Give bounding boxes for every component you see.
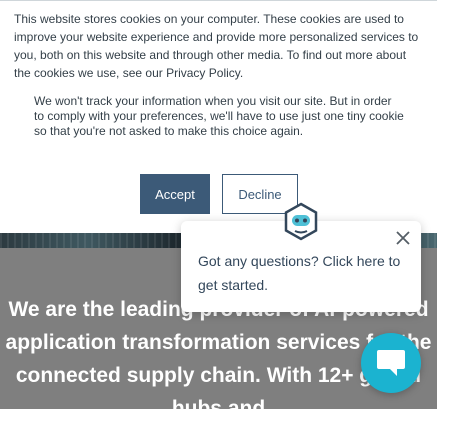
cookie-sub-text: We won't track your information when you… [34,94,404,138]
chat-launcher-button[interactable] [361,333,421,393]
chat-welcome-message[interactable]: Got any questions? Click here to get sta… [198,249,410,297]
accept-button[interactable]: Accept [140,174,210,214]
close-icon[interactable] [395,230,411,246]
cookie-banner: This website stores cookies on your comp… [0,0,437,233]
cookie-main-text: This website stores cookies on your comp… [14,12,419,80]
chat-bubble-icon [377,350,405,376]
chatbot-icon [284,202,318,241]
scrollbar-gutter [437,0,454,409]
